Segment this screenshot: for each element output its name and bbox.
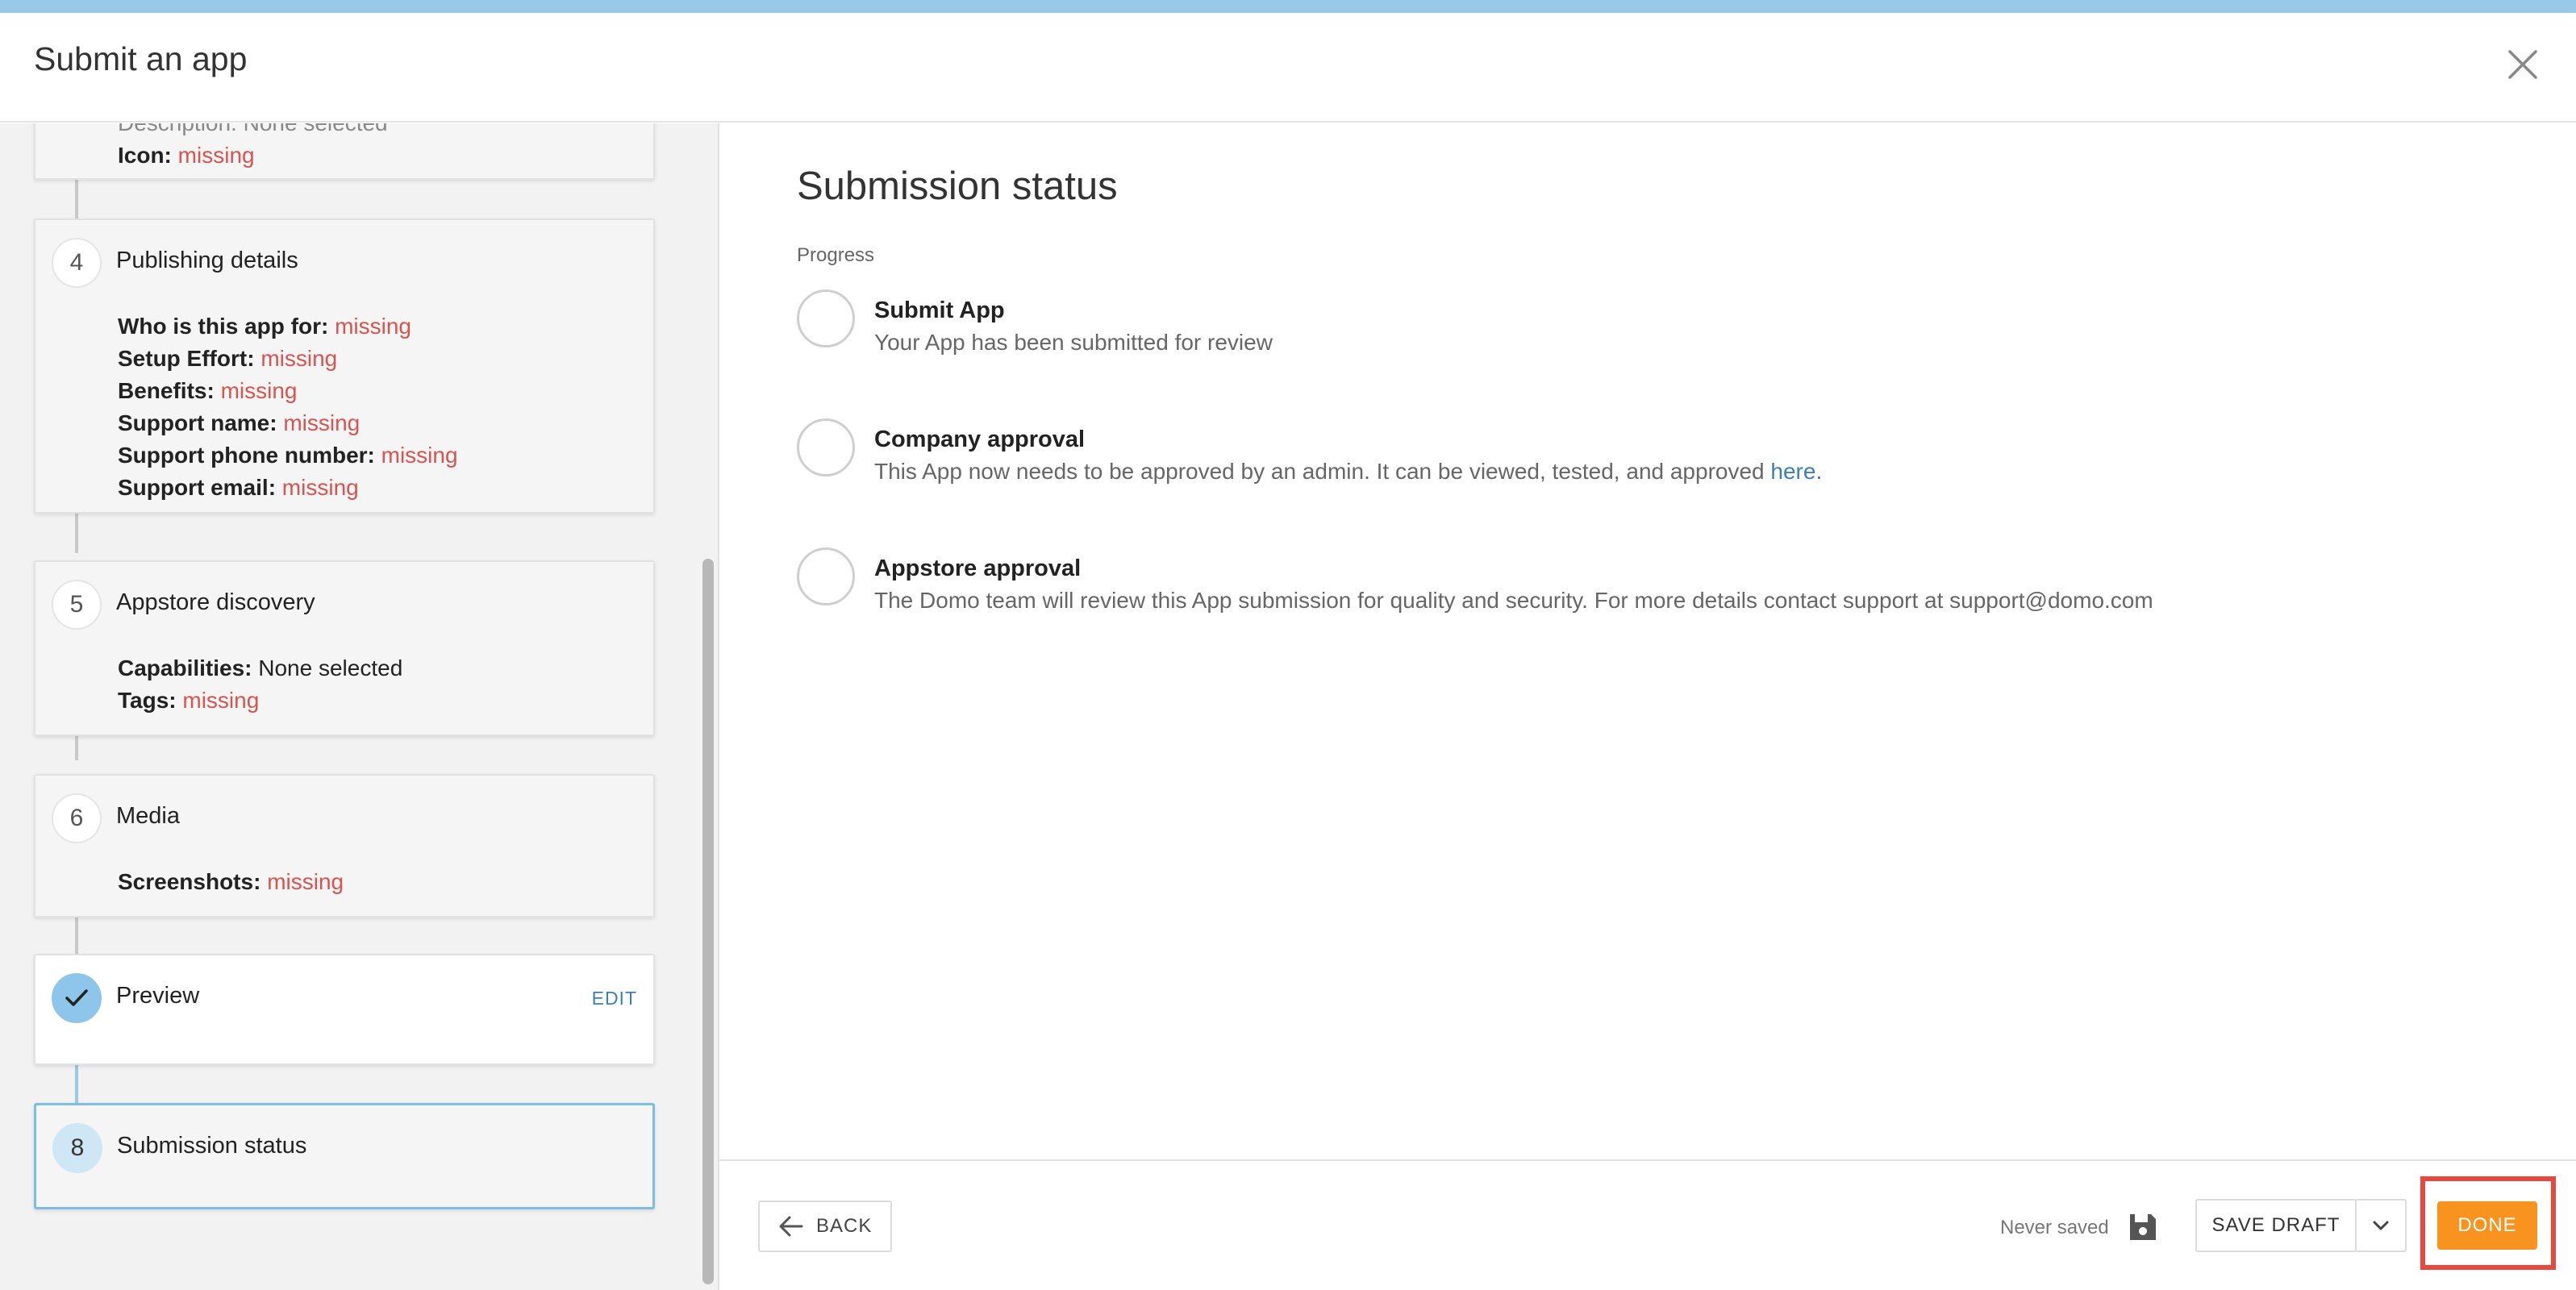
step-card-preview[interactable]: Preview EDIT [34,954,655,1065]
page-title: Submission status [797,164,1118,208]
approval-here-link[interactable]: here [1770,459,1815,484]
step-details: Capabilities: None selected Tags: missin… [118,655,403,713]
scrollbar-thumb[interactable] [702,559,714,1284]
step-card-appstore-discovery[interactable]: 5 Appstore discovery Capabilities: None … [34,560,655,736]
step-title: Preview [116,983,200,1009]
cut-off-text: Description: None selected [118,123,388,139]
step-card-publishing-details[interactable]: 4 Publishing details Who is this app for… [34,218,655,514]
save-draft-button[interactable]: SAVE DRAFT [2195,1199,2357,1252]
step-connector [75,913,78,954]
step-connector [75,513,78,553]
step-title: Submission status [117,1133,307,1159]
status-circle-icon [797,418,855,476]
sidebar-scrollbar[interactable] [698,123,718,1290]
step-connector [75,1065,78,1105]
modal-title: Submit an app [34,40,248,77]
footer-bar: BACK Never saved SAVE DRAFT DONE [719,1159,2576,1290]
step-details: Screenshots: missing [118,869,344,894]
step-number: 8 [52,1123,102,1173]
step-title: Publishing details [116,248,298,273]
step-title: Appstore discovery [116,589,315,615]
save-disk-icon[interactable] [2127,1211,2159,1243]
done-button-highlight [2420,1176,2556,1270]
checkmark-icon [52,973,102,1023]
close-icon[interactable] [2503,45,2542,84]
edit-preview-link[interactable]: EDIT [592,988,637,1009]
step-title: Media [116,803,180,829]
step-number: 5 [52,580,102,630]
arrow-left-icon [779,1216,803,1237]
back-button[interactable]: BACK [758,1201,892,1252]
step-card-media[interactable]: 6 Media Screenshots: missing [34,774,655,918]
steps-sidebar: Description: None selected Icon: missing… [0,123,698,1290]
step-card-submission-status[interactable]: 8 Submission status [34,1103,655,1209]
step-connector [75,180,78,220]
status-circle-icon [797,289,855,347]
save-status: Never saved [2000,1217,2109,1238]
step-number: 6 [52,793,102,843]
main-panel: Submission status Progress Submit App Yo… [719,123,2576,1159]
top-accent-bar [0,0,2576,13]
step-details: Who is this app for: missing Setup Effor… [118,314,458,500]
step-number: 4 [52,238,102,288]
status-circle-icon [797,547,855,605]
chevron-down-icon[interactable] [2355,1199,2407,1252]
step-card-details[interactable]: Description: None selected Icon: missing [34,123,655,180]
progress-label: Progress [797,244,875,266]
modal-header: Submit an app [0,13,2576,123]
